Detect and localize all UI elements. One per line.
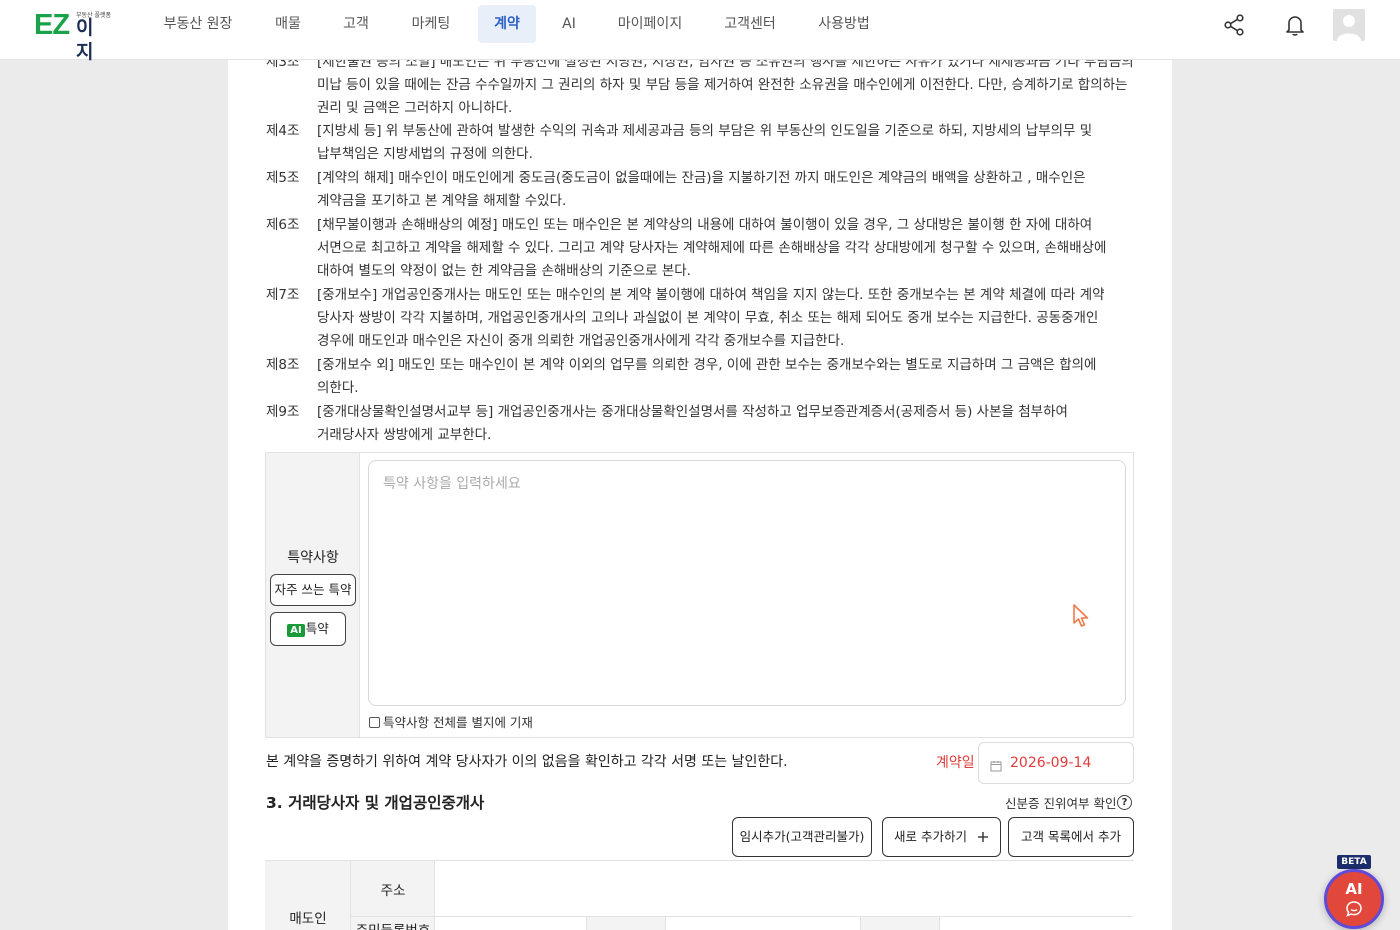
ai-terms-button[interactable]: AI 특약 xyxy=(270,612,346,646)
beta-badge: BETA xyxy=(1337,855,1371,869)
article-line: 대하여 별도의 약정이 없는 한 계약금을 손해배상의 기준으로 본다. xyxy=(317,263,691,279)
nav-guide[interactable]: 사용방법 xyxy=(814,5,874,43)
new-add-label: 새로 추가하기 xyxy=(894,829,967,844)
address-input[interactable] xyxy=(435,861,1133,917)
nav-listings[interactable]: 매물 xyxy=(268,5,308,43)
article-text: [채무불이행과 손해배상의 예정] 매도인 또는 매수인은 본 계약상의 내용에… xyxy=(317,214,1137,283)
chat-icon xyxy=(1345,900,1363,922)
article-line: 납부책임은 지방세법의 규정에 의한다. xyxy=(317,146,533,162)
ai-terms-label: 특약 xyxy=(305,621,329,636)
ai-badge: AI xyxy=(287,624,305,637)
article-line: 계약금을 포기하고 본 계약을 해제할 수있다. xyxy=(317,193,567,209)
article-line: [지방세 등] 위 부동산에 관하여 발생한 수익의 귀속과 제세공과금 등의 … xyxy=(317,123,1093,139)
article-number: 제8조 xyxy=(266,357,300,373)
top-nav: EZ 부동산 플랫폼 이지 부동산 원장 매물 고객 마케팅 계약 AI 마이페… xyxy=(0,0,1400,63)
resident-no-header-cell: 주민등록번호 xyxy=(351,917,435,930)
calendar-icon xyxy=(990,757,1002,776)
logo-ez: EZ xyxy=(34,9,70,41)
add-from-list-button[interactable]: 고객 목록에서 추가 xyxy=(1008,817,1134,857)
frequent-terms-button[interactable]: 자주 쓰는 특약 xyxy=(270,574,356,606)
bell-icon[interactable] xyxy=(1279,9,1311,41)
special-terms-box: 특약사항 자주 쓰는 특약 AI 특약 특약 사항을 입력하세요 특약사항 전체를… xyxy=(265,452,1134,738)
address-label: 주소 xyxy=(380,883,406,899)
logo-name: 이지 xyxy=(76,17,94,63)
article-text: [중개대상물확인설명서교부 등] 개업공인중개사는 중개대상물확인설명서를 작성… xyxy=(317,401,1137,447)
parties-section-title: 3. 거래당사자 및 개업공인중개사 xyxy=(266,794,485,812)
id-verify-label[interactable]: 신분증 진위여부 확인 xyxy=(1005,793,1116,812)
article-number: 제9조 xyxy=(266,404,300,420)
address-header-cell: 주소 xyxy=(351,861,435,917)
article-number: 제4조 xyxy=(266,123,300,139)
contract-date-label: 계약일 xyxy=(936,755,975,771)
article-line: [중개보수 외] 매도인 또는 매수인이 본 계약 이외의 업무를 의뢰한 경우… xyxy=(317,357,1097,373)
article-number: 제6조 xyxy=(266,217,300,233)
article-line: 권리 및 금액은 그러하지 아니하다. xyxy=(317,100,513,116)
share-icon[interactable] xyxy=(1218,9,1250,41)
separate-sheet-checkbox[interactable] xyxy=(369,717,380,728)
temp-add-button[interactable]: 임시추가(고객관리불가) xyxy=(732,817,872,857)
article-line: [채무불이행과 손해배상의 예정] 매도인 또는 매수인은 본 계약상의 내용에… xyxy=(317,217,1093,233)
nav-marketing[interactable]: 마케팅 xyxy=(406,5,456,43)
new-add-button[interactable]: 새로 추가하기 xyxy=(882,817,1001,857)
nav-mypage[interactable]: 마이페이지 xyxy=(614,5,686,43)
contract-date-field[interactable]: 2026-09-14 xyxy=(978,742,1134,784)
plus-icon xyxy=(977,820,989,858)
article-line: 미납 등이 있을 때에는 잔금 수수일까지 그 권리의 하자 및 부담 등을 제… xyxy=(317,77,1128,93)
article-text: [계약의 해제] 매수인이 매도인에게 중도금(중도금이 없을때에는 잔금)을 … xyxy=(317,167,1137,213)
article-line: [중개대상물확인설명서교부 등] 개업공인중개사는 중개대상물확인설명서를 작성… xyxy=(317,404,1068,420)
special-terms-input[interactable]: 특약 사항을 입력하세요 xyxy=(368,460,1126,706)
article-text: [지방세 등] 위 부동산에 관하여 발생한 수익의 귀속과 제세공과금 등의 … xyxy=(317,120,1137,166)
article-text: [제한물권 등의 소멸] 매도인은 위 부동산에 설정된 저당권, 지상권, 임… xyxy=(317,51,1137,120)
nav-contract[interactable]: 계약 xyxy=(478,5,536,43)
article-line: 거래당사자 쌍방에게 교부한다. xyxy=(317,427,492,443)
article-line: 경우에 매도인과 매수인은 자신이 중개 의뢰한 개업공인중개사에게 각각 중개… xyxy=(317,333,845,349)
party-table: 매도인 주소 주민등록번호 xyxy=(265,860,1134,930)
article-line: 당사자 쌍방이 각각 지불하며, 개업공인중개사의 고의나 과실없이 본 계약이… xyxy=(317,310,1099,326)
nav-customers[interactable]: 고객 xyxy=(336,5,376,43)
contract-date-value: 2026-09-14 xyxy=(1010,755,1092,771)
article-text: [중개보수] 개업공인중개사는 매도인 또는 매수인의 본 계약 불이행에 대하… xyxy=(317,284,1137,353)
nav-ledger[interactable]: 부동산 원장 xyxy=(160,5,236,43)
table-header-cell xyxy=(860,917,940,930)
user-avatar-icon[interactable] xyxy=(1333,9,1365,41)
article-text: [중개보수 외] 매도인 또는 매수인이 본 계약 이외의 업무를 의뢰한 경우… xyxy=(317,354,1137,400)
seller-label: 매도인 xyxy=(289,911,327,927)
separate-sheet-label: 특약사항 전체를 별지에 기재 xyxy=(383,715,533,730)
nav-support[interactable]: 고객센터 xyxy=(720,5,780,43)
seller-header-cell: 매도인 xyxy=(265,861,351,930)
article-line: [중개보수] 개업공인중개사는 매도인 또는 매수인의 본 계약 불이행에 대하… xyxy=(317,287,1105,303)
separate-sheet-option[interactable]: 특약사항 전체를 별지에 기재 xyxy=(369,712,533,731)
table-header-cell xyxy=(586,917,666,930)
resident-no-label: 주민등록번호 xyxy=(351,919,434,930)
article-line: 의한다. xyxy=(317,380,359,396)
article-number: 제5조 xyxy=(266,170,300,186)
signature-statement: 본 계약을 증명하기 위하여 계약 당사자가 이의 없음을 확인하고 각각 서명… xyxy=(266,754,788,770)
article-number: 제7조 xyxy=(266,287,300,303)
mouse-cursor-icon xyxy=(1072,603,1092,629)
ai-assistant-button[interactable]: AI xyxy=(1324,869,1384,929)
special-terms-title: 특약사항 xyxy=(287,550,339,566)
special-terms-header: 특약사항 자주 쓰는 특약 AI 특약 xyxy=(266,453,360,737)
article-line: [계약의 해제] 매수인이 매도인에게 중도금(중도금이 없을때에는 잔금)을 … xyxy=(317,170,1086,186)
ai-fab-label: AI xyxy=(1345,880,1363,898)
nav-ai[interactable]: AI xyxy=(555,5,583,43)
article-line: 서면으로 최고하고 계약을 해제할 수 있다. 그리고 계약 당사자는 계약해제… xyxy=(317,240,1107,256)
help-icon[interactable]: ? xyxy=(1117,795,1132,810)
